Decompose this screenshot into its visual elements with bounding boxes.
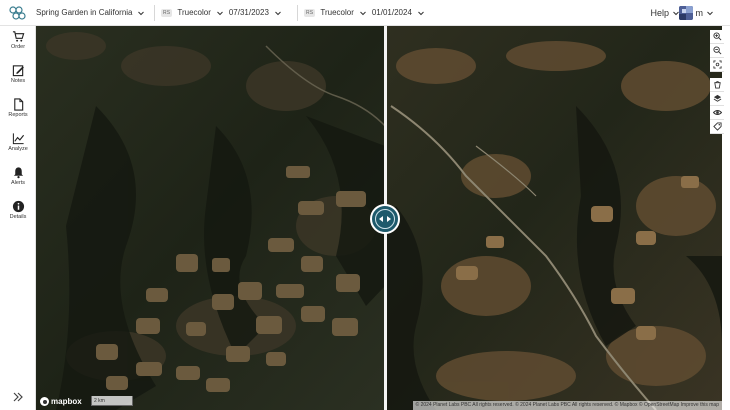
user-menu[interactable]: m [678, 5, 715, 21]
sidebar-item-details[interactable]: Details [0, 200, 36, 230]
fit-screen-icon [712, 60, 722, 69]
sidebar-item-label: Details [9, 214, 27, 220]
left-sidebar: Order Notes Reports Analyze Alerts Detai… [0, 26, 36, 410]
layers-icon [713, 94, 721, 102]
chevron-down-icon [217, 11, 223, 15]
zoom-out-icon [712, 46, 721, 55]
tag-button[interactable] [710, 120, 724, 134]
sidebar-item-label: Reports [8, 112, 28, 118]
chevron-down-icon [418, 11, 424, 15]
zoom-in-icon [712, 32, 721, 41]
top-bar: Spring Garden in California RS Truecolor… [0, 0, 730, 26]
chevron-down-icon [360, 11, 366, 15]
sidebar-item-label: Analyze [8, 146, 28, 152]
logo-icon [9, 5, 26, 20]
help-label: Help [650, 8, 669, 18]
left-layer-selector[interactable]: RS Truecolor 07/31/2023 [161, 8, 291, 17]
sidebar-item-label: Order [10, 44, 26, 50]
bucket-button[interactable] [710, 78, 724, 92]
divider [297, 4, 298, 21]
map-canvas[interactable]: mapbox 2 km © 2024 Planet Labs PBC All r… [36, 26, 722, 410]
avatar-image-icon [678, 6, 693, 20]
chart-line-icon [12, 133, 24, 145]
tag-icon [712, 122, 722, 131]
cart-icon [12, 31, 24, 42]
zoom-in-button[interactable] [710, 30, 724, 44]
mapbox-icon [40, 397, 49, 406]
layer-name: Truecolor [320, 8, 354, 17]
layer-date: 01/01/2024 [371, 8, 412, 17]
sidebar-item-reports[interactable]: Reports [0, 98, 36, 128]
chevron-down-icon [707, 11, 713, 16]
layer-date: 07/31/2023 [228, 8, 269, 17]
avatar [678, 6, 693, 20]
layer-name: Truecolor [177, 8, 211, 17]
layer-tag: RS [304, 8, 316, 17]
help-menu[interactable]: Help [650, 0, 680, 26]
visibility-button[interactable] [710, 106, 724, 120]
sidebar-item-label: Alerts [10, 180, 26, 186]
zoom-out-button[interactable] [710, 44, 724, 58]
info-icon [12, 200, 24, 213]
mapbox-logo[interactable]: mapbox [40, 397, 82, 406]
chevron-down-icon [275, 11, 281, 15]
map-toolbar [710, 30, 724, 134]
right-layer-selector[interactable]: RS Truecolor 01/01/2024 [304, 8, 425, 17]
chevron-down-icon [137, 11, 144, 15]
sidebar-item-order[interactable]: Order [0, 30, 36, 60]
divider [154, 4, 155, 21]
sidebar-item-alerts[interactable]: Alerts [0, 166, 36, 196]
bucket-icon [713, 81, 721, 89]
layers-button[interactable] [710, 92, 724, 106]
document-icon [13, 98, 23, 111]
note-edit-icon [12, 65, 24, 77]
swipe-handle[interactable] [370, 204, 400, 234]
bell-icon [13, 167, 23, 179]
swipe-handle-ring [375, 209, 395, 229]
sidebar-item-label: Notes [10, 78, 26, 84]
layer-tag: RS [161, 8, 173, 17]
sidebar-item-analyze[interactable]: Analyze [0, 132, 36, 162]
user-initial: m [695, 8, 704, 18]
map-scale: 2 km [91, 396, 133, 406]
arrows-horizontal-icon [379, 216, 391, 222]
project-selector[interactable]: Spring Garden in California [36, 8, 148, 17]
sidebar-item-notes[interactable]: Notes [0, 64, 36, 94]
map-attribution[interactable]: © 2024 Planet Labs PBC All rights reserv… [412, 401, 722, 410]
app-logo[interactable] [0, 0, 36, 26]
mapbox-label: mapbox [51, 397, 82, 406]
eye-icon [712, 110, 722, 115]
double-chevron-right-icon[interactable] [11, 390, 25, 404]
fit-screen-button[interactable] [710, 58, 724, 72]
project-name: Spring Garden in California [36, 8, 133, 17]
